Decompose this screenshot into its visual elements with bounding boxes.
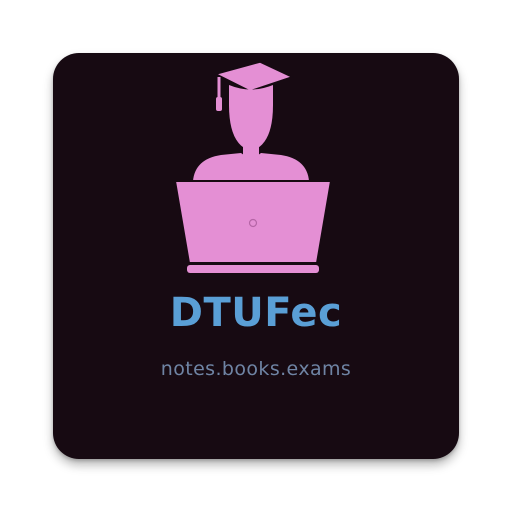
icon-canvas: DTUFec notes.books.exams [0, 0, 512, 512]
app-icon[interactable]: DTUFec notes.books.exams [53, 53, 459, 459]
head-shape [229, 105, 273, 151]
brand-name: DTUFec [169, 290, 343, 336]
graduation-cap-icon [213, 61, 295, 111]
torso-shape [193, 153, 309, 181]
laptop-base [187, 265, 319, 273]
graduate-with-laptop-icon [173, 61, 333, 273]
tagline: notes.books.exams [160, 358, 352, 380]
laptop-screen [173, 180, 333, 264]
neck-shape [243, 145, 259, 157]
